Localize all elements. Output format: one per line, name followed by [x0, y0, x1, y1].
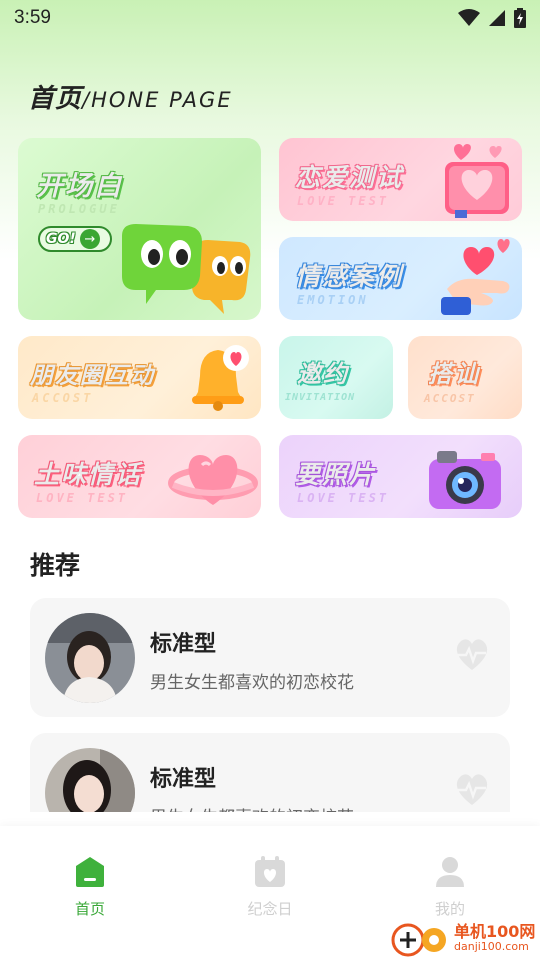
item-title: 标准型: [150, 632, 217, 657]
item-title: 标准型: [150, 767, 217, 792]
tab-memorial-label: 纪念日: [247, 900, 293, 918]
moments-title: 朋友圈互动: [29, 362, 155, 390]
item-description: 男生女生都喜欢的初恋校花: [150, 673, 354, 693]
battery-icon: [514, 8, 526, 28]
hand-heart-icon: [441, 239, 510, 315]
watermark-small: danji100.com: [454, 939, 529, 953]
love-test-subtitle: LOVE TEST: [297, 194, 390, 208]
invitation-card[interactable]: 邀约 INVITATION: [279, 336, 393, 419]
prologue-title: 开场白: [35, 170, 123, 203]
photo-card[interactable]: 要照片 LOVE TEST: [279, 435, 522, 518]
camera-icon: [429, 451, 501, 509]
invitation-subtitle: INVITATION: [285, 392, 356, 403]
page-title: 首页/HONE PAGE: [28, 78, 233, 115]
love-test-title: 恋爱测试: [294, 162, 404, 193]
tab-home[interactable]: 首页: [30, 856, 150, 919]
tab-mine[interactable]: 我的: [390, 856, 510, 919]
accost-card[interactable]: 搭讪 ACCOST: [408, 336, 522, 419]
item-description: 男生女生都喜欢的初恋校花: [150, 803, 354, 812]
photo-title: 要照片: [294, 459, 377, 490]
moments-card[interactable]: 朋友圈互动 ACCOST: [18, 336, 261, 419]
emotion-subtitle: EMOTION: [297, 293, 369, 307]
cheesy-card[interactable]: 土味情话 LOVE TEST: [18, 435, 261, 518]
emotion-title: 情感案例: [294, 261, 404, 292]
tab-memorial[interactable]: 纪念日: [210, 856, 330, 919]
heart-book-icon: [445, 144, 509, 218]
avatar: [45, 613, 135, 703]
list-item[interactable]: 标准型 男生女生都喜欢的初恋校花: [30, 733, 510, 812]
page-title-sub: /HONE PAGE: [82, 88, 233, 112]
cheesy-title: 土味情话: [33, 459, 143, 490]
accost-subtitle: ACCOST: [424, 392, 476, 405]
status-bar: 3:59: [0, 0, 540, 36]
user-icon: [436, 857, 464, 887]
emotion-card[interactable]: 情感案例 EMOTION: [279, 237, 522, 320]
heartbeat-icon[interactable]: [454, 638, 490, 672]
wifi-icon: [458, 9, 480, 26]
recommend-list: 标准型 男生女生都喜欢的初恋校花 标准型 男生女生都喜欢的初恋校花: [30, 598, 510, 812]
list-item[interactable]: 标准型 男生女生都喜欢的初恋校花: [30, 598, 510, 717]
signal-icon: [489, 10, 505, 26]
go-button[interactable]: GO! →: [38, 226, 112, 252]
bell-icon: [192, 345, 249, 411]
go-button-label: GO!: [46, 231, 76, 247]
moments-subtitle: ACCOST: [32, 391, 94, 405]
page-title-main: 首页: [28, 84, 83, 114]
accost-title: 搭讪: [427, 359, 480, 389]
avatar: [45, 748, 135, 812]
photo-subtitle: LOVE TEST: [297, 491, 390, 505]
love-test-card[interactable]: 恋爱测试 LOVE TEST: [279, 138, 522, 221]
heart-ring-icon: [168, 455, 258, 505]
watermark-icon: [391, 923, 446, 957]
prologue-subtitle: PROLOGUE: [38, 202, 120, 216]
home-icon: [76, 857, 104, 887]
recommend-title: 推荐: [30, 551, 81, 580]
calendar-heart-icon: [255, 856, 285, 887]
heartbeat-icon[interactable]: [454, 773, 490, 807]
status-time: 3:59: [14, 7, 51, 28]
watermark-big: 单机100网: [454, 922, 536, 942]
chat-bubbles-icon: [122, 224, 251, 314]
status-icons: [458, 8, 526, 28]
watermark-logo: 单机100网 danji100.com: [390, 916, 540, 960]
invitation-title: 邀约: [296, 359, 349, 389]
arrow-right-icon: →: [79, 229, 100, 249]
cheesy-subtitle: LOVE TEST: [36, 491, 129, 505]
tab-home-label: 首页: [74, 900, 105, 918]
prologue-card[interactable]: 开场白 PROLOGUE GO! →: [18, 138, 261, 320]
